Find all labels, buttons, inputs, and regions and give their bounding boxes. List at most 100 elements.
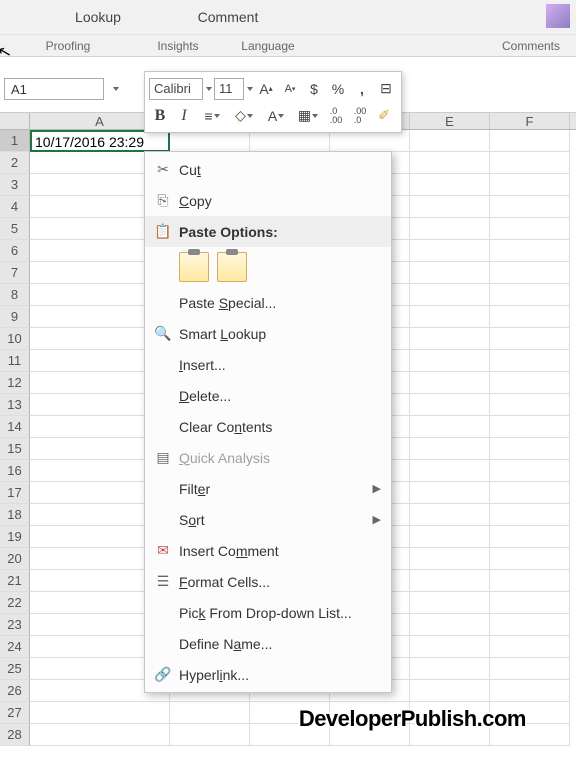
font-size-input[interactable]: [214, 78, 244, 100]
cell-A27[interactable]: [30, 702, 170, 724]
italic-button[interactable]: I: [173, 105, 195, 127]
cell-F11[interactable]: [490, 350, 570, 372]
row-header[interactable]: 20: [0, 548, 30, 570]
cell-F23[interactable]: [490, 614, 570, 636]
cell-E22[interactable]: [410, 592, 490, 614]
cell-F6[interactable]: [490, 240, 570, 262]
cell-E2[interactable]: [410, 152, 490, 174]
cell-F9[interactable]: [490, 306, 570, 328]
cell-F1[interactable]: [490, 130, 570, 152]
menu-format-cells[interactable]: ☰Format Cells...: [145, 566, 391, 597]
cell-E23[interactable]: [410, 614, 490, 636]
select-all-corner[interactable]: [0, 113, 30, 129]
cell-E4[interactable]: [410, 196, 490, 218]
font-color-icon[interactable]: A: [261, 105, 291, 127]
increase-decimal-icon[interactable]: .0.00: [325, 105, 347, 127]
row-header[interactable]: 4: [0, 196, 30, 218]
menu-filter[interactable]: Filter▶: [145, 473, 391, 504]
menu-smart-lookup[interactable]: 🔍Smart Lookup: [145, 318, 391, 349]
cell-E21[interactable]: [410, 570, 490, 592]
cell-E18[interactable]: [410, 504, 490, 526]
menu-copy[interactable]: ⎘Copy: [145, 185, 391, 216]
ink-button[interactable]: [546, 4, 570, 28]
cell-E8[interactable]: [410, 284, 490, 306]
cell-F7[interactable]: [490, 262, 570, 284]
menu-insert-comment[interactable]: ✉Insert Comment: [145, 535, 391, 566]
cell-E10[interactable]: [410, 328, 490, 350]
cell-F21[interactable]: [490, 570, 570, 592]
cell-B27[interactable]: [170, 702, 250, 724]
cell-F5[interactable]: [490, 218, 570, 240]
row-header[interactable]: 17: [0, 482, 30, 504]
row-header[interactable]: 22: [0, 592, 30, 614]
menu-insert[interactable]: Insert...: [145, 349, 391, 380]
row-header[interactable]: 28: [0, 724, 30, 746]
cell-E12[interactable]: [410, 372, 490, 394]
column-header-F[interactable]: F: [490, 113, 570, 129]
row-header[interactable]: 24: [0, 636, 30, 658]
cell-E6[interactable]: [410, 240, 490, 262]
cell-E15[interactable]: [410, 438, 490, 460]
cell-F12[interactable]: [490, 372, 570, 394]
menu-delete[interactable]: Delete...: [145, 380, 391, 411]
comma-format-icon[interactable]: ,: [351, 78, 373, 100]
cell-F17[interactable]: [490, 482, 570, 504]
row-header[interactable]: 16: [0, 460, 30, 482]
cell-E9[interactable]: [410, 306, 490, 328]
cell-E25[interactable]: [410, 658, 490, 680]
row-header[interactable]: 8: [0, 284, 30, 306]
cell-E19[interactable]: [410, 526, 490, 548]
cell-C1[interactable]: [250, 130, 330, 152]
row-header[interactable]: 9: [0, 306, 30, 328]
cell-F24[interactable]: [490, 636, 570, 658]
fill-color-icon[interactable]: ◇: [229, 105, 259, 127]
smart-lookup-button[interactable]: Lookup: [38, 9, 158, 25]
paste-option-default[interactable]: [179, 252, 209, 282]
cell-B28[interactable]: [170, 724, 250, 746]
cell-F13[interactable]: [490, 394, 570, 416]
cell-F4[interactable]: [490, 196, 570, 218]
align-center-icon[interactable]: ≡: [197, 105, 227, 127]
menu-paste-special[interactable]: Paste Special...: [145, 287, 391, 318]
row-header[interactable]: 6: [0, 240, 30, 262]
decrease-decimal-icon[interactable]: .00.0: [349, 105, 371, 127]
row-header[interactable]: 12: [0, 372, 30, 394]
cell-F2[interactable]: [490, 152, 570, 174]
row-header[interactable]: 25: [0, 658, 30, 680]
cell-F25[interactable]: [490, 658, 570, 680]
row-header[interactable]: 7: [0, 262, 30, 284]
bold-button[interactable]: B: [149, 105, 171, 127]
font-name-input[interactable]: [149, 78, 203, 100]
menu-hyperlink[interactable]: 🔗Hyperlink...: [145, 659, 391, 690]
cell-F16[interactable]: [490, 460, 570, 482]
menu-cut[interactable]: ✂Cut: [145, 154, 391, 185]
cell-E16[interactable]: [410, 460, 490, 482]
name-box-dropdown[interactable]: [108, 78, 122, 100]
cell-F14[interactable]: [490, 416, 570, 438]
cell-F10[interactable]: [490, 328, 570, 350]
cell-E20[interactable]: [410, 548, 490, 570]
row-header[interactable]: 1: [0, 130, 30, 152]
new-comment-button[interactable]: Comment: [168, 9, 288, 25]
menu-clear-contents[interactable]: Clear Contents: [145, 411, 391, 442]
cell-E11[interactable]: [410, 350, 490, 372]
cell-F22[interactable]: [490, 592, 570, 614]
format-painter-icon[interactable]: ✐: [373, 105, 395, 127]
cell-F15[interactable]: [490, 438, 570, 460]
row-header[interactable]: 21: [0, 570, 30, 592]
cell-E14[interactable]: [410, 416, 490, 438]
increase-font-icon[interactable]: A▴: [255, 78, 277, 100]
row-header[interactable]: 27: [0, 702, 30, 724]
cell-D1[interactable]: [330, 130, 410, 152]
cell-F8[interactable]: [490, 284, 570, 306]
row-header[interactable]: 13: [0, 394, 30, 416]
row-header[interactable]: 10: [0, 328, 30, 350]
paste-option-values[interactable]: [217, 252, 247, 282]
merge-center-icon[interactable]: ⊟: [375, 78, 397, 100]
row-header[interactable]: 15: [0, 438, 30, 460]
borders-icon[interactable]: ▦: [293, 105, 323, 127]
cell-F18[interactable]: [490, 504, 570, 526]
cell-E24[interactable]: [410, 636, 490, 658]
row-header[interactable]: 3: [0, 174, 30, 196]
row-header[interactable]: 14: [0, 416, 30, 438]
